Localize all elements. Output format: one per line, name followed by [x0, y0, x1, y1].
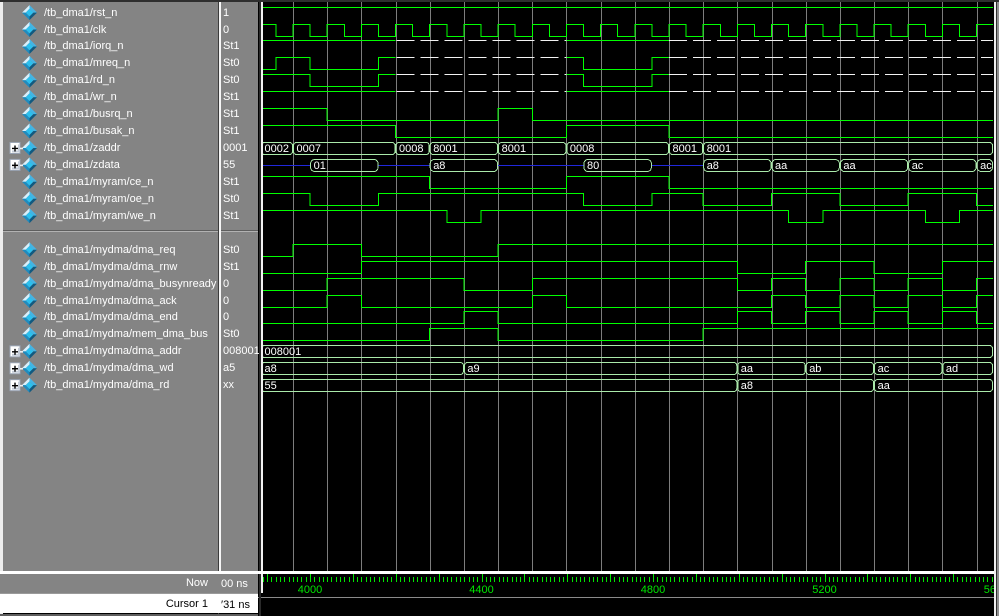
svg-text:01: 01	[314, 160, 326, 172]
svg-text:8001: 8001	[673, 143, 697, 155]
svg-text:a9: a9	[467, 363, 479, 375]
svg-text:80: 80	[587, 160, 599, 172]
svg-text:008001: 008001	[265, 346, 302, 358]
svg-text:4400: 4400	[469, 584, 493, 596]
svg-text:4800: 4800	[641, 584, 665, 596]
svg-text:a8: a8	[741, 380, 753, 392]
svg-text:8001: 8001	[707, 143, 731, 155]
svg-text:ac: ac	[878, 363, 890, 375]
svg-text:55: 55	[265, 380, 277, 392]
svg-text:8001: 8001	[433, 143, 457, 155]
svg-text:0002: 0002	[265, 143, 289, 155]
svg-text:4000: 4000	[298, 584, 322, 596]
svg-text:a8: a8	[265, 363, 277, 375]
svg-text:aa: aa	[775, 160, 788, 172]
svg-text:5200: 5200	[812, 584, 836, 596]
svg-text:ac: ac	[980, 160, 992, 172]
svg-text:ad: ad	[946, 363, 958, 375]
svg-text:aa: aa	[843, 160, 856, 172]
svg-text:0008: 0008	[399, 143, 423, 155]
svg-text:ac: ac	[912, 160, 924, 172]
svg-text:0007: 0007	[297, 143, 321, 155]
svg-text:0008: 0008	[570, 143, 594, 155]
svg-text:a8: a8	[707, 160, 719, 172]
svg-text:ab: ab	[809, 363, 821, 375]
svg-text:aa: aa	[741, 363, 754, 375]
svg-text:aa: aa	[878, 380, 891, 392]
svg-text:8001: 8001	[502, 143, 526, 155]
svg-text:a8: a8	[433, 160, 445, 172]
